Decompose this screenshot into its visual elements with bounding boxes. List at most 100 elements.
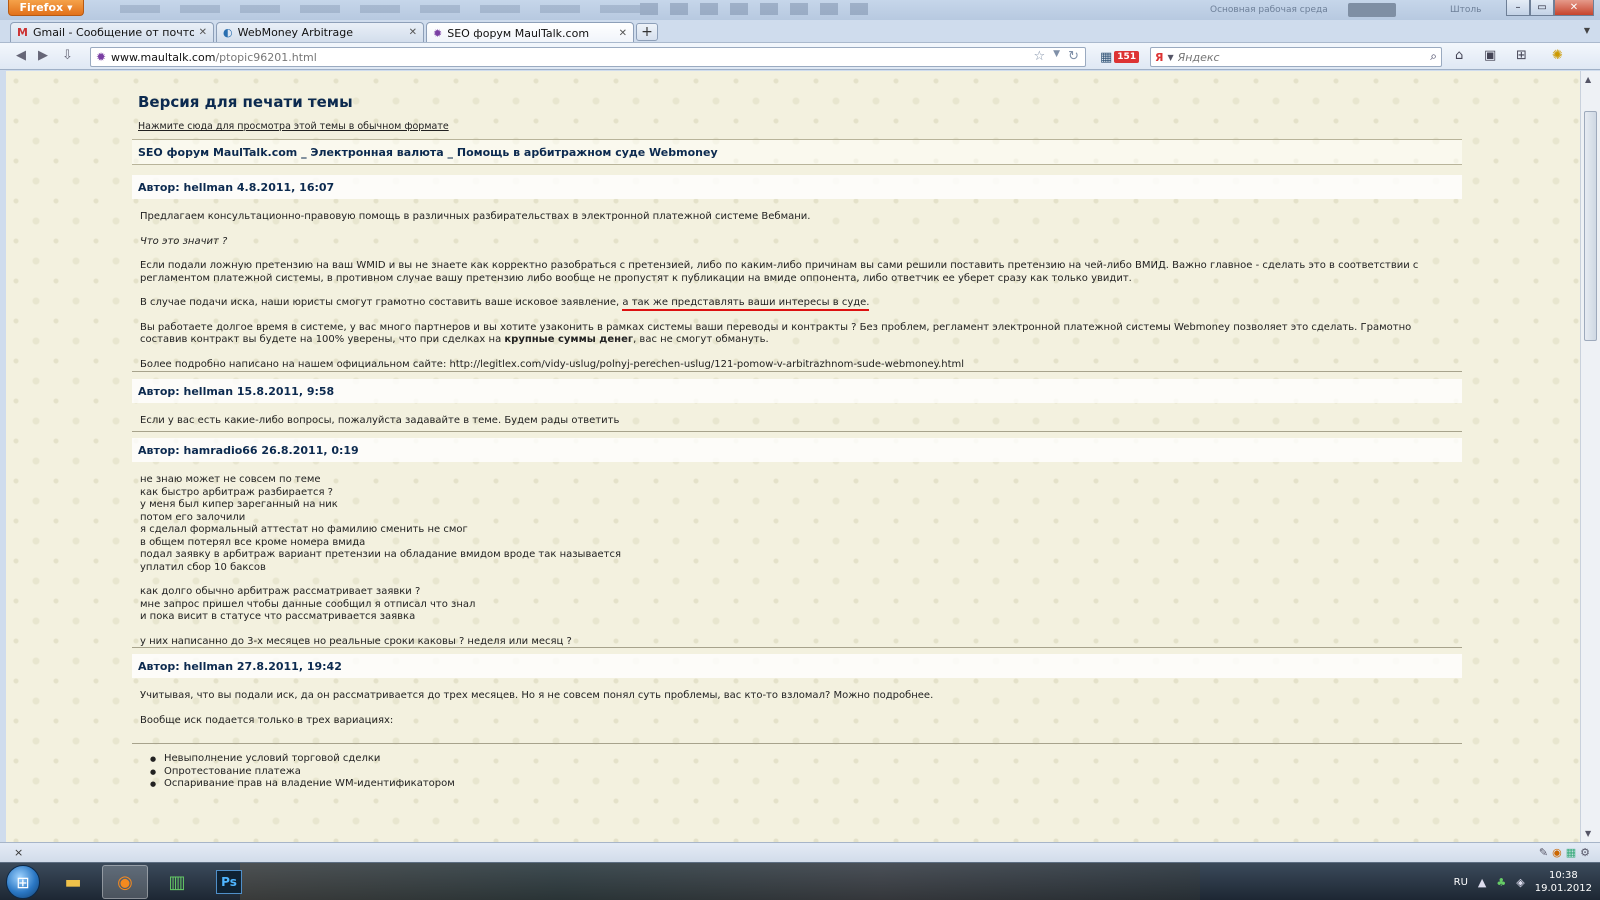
forward-icon[interactable]: ▶	[38, 48, 48, 63]
back-icon[interactable]: ◀	[16, 48, 26, 63]
taskbar-wallpaper	[240, 863, 1200, 900]
navigation-toolbar: ◀ ▶ ⇩ ✹ www.maultalk.com /ptopic96201.ht…	[0, 42, 1600, 70]
maximize-button[interactable]: ▭	[1530, 0, 1554, 16]
taskbar-firefox[interactable]: ◉	[102, 865, 148, 899]
list-tabs-icon[interactable]: ▼	[1584, 26, 1590, 35]
star-icon[interactable]: ☆	[1034, 49, 1046, 64]
yandex-icon[interactable]: Я	[1155, 51, 1163, 64]
list-item: Невыполнение условий торговой сделки	[150, 753, 455, 766]
url-bar[interactable]: ✹ www.maultalk.com /ptopic96201.html ☆ ▼…	[90, 47, 1086, 67]
close-icon: ✕	[1569, 2, 1579, 13]
settings-icon[interactable]: ⚙	[1580, 846, 1590, 859]
engine-dropdown-icon[interactable]: ▼	[1167, 53, 1173, 62]
search-input[interactable]	[1177, 50, 1441, 64]
close-tab-icon[interactable]: ✕	[409, 27, 417, 38]
forum-path-bar: SEO форум MaulTalk.com _ Электронная вал…	[132, 139, 1462, 165]
show-hidden-icons-icon[interactable]: ▲	[1478, 876, 1486, 889]
tab-strip: M Gmail - Сообщение от почтового р... ✕ …	[0, 20, 1600, 43]
normal-view-link[interactable]: Нажмите сюда для просмотра этой темы в о…	[138, 121, 449, 132]
status-bar: × ✎ ◉ ▦ ⚙	[0, 842, 1600, 862]
post-line: как быстро арбитраж разбирается ?	[140, 486, 333, 498]
post-body: Если у вас есть какие-либо вопросы, пожа…	[132, 403, 1462, 428]
post-divider	[132, 647, 1462, 648]
clock[interactable]: 10:38 19.01.2012	[1535, 869, 1592, 895]
taskbar: ⊞ ▬ ◉ ▥ Ps RU ▲ ♣ ◈ 10:38 19.01.2012	[0, 862, 1600, 900]
taskbar-photoshop[interactable]: Ps	[206, 865, 252, 899]
grid-icon[interactable]: ▦	[1566, 846, 1576, 859]
post-text: Более подробно написано на нашем официал…	[140, 358, 965, 370]
network-icon[interactable]: ◈	[1516, 876, 1524, 889]
post-line: не знаю может не совсем по теме	[140, 474, 321, 485]
home-icon[interactable]: ⌂	[1455, 48, 1463, 63]
taskbar-explorer[interactable]: ▬	[50, 865, 96, 899]
search-icon[interactable]: ⌕	[1430, 49, 1437, 64]
windows-logo-icon: ⊞	[16, 872, 30, 892]
status-icons: ✎ ◉ ▦ ⚙	[1539, 846, 1590, 859]
calendar-icon: ▦	[1100, 49, 1113, 65]
underlined-text: а так же представлять ваши интересы в су…	[622, 297, 870, 311]
site-identity-icon[interactable]: ✹	[91, 50, 111, 64]
url-host: www.maultalk.com	[111, 50, 216, 64]
menu-bar-blurred	[120, 5, 640, 13]
caret-down-icon: ▼	[67, 3, 73, 12]
post-line: я сделал формальный аттестат но фамилию …	[140, 524, 468, 535]
webmoney-tray-icon[interactable]: ♣	[1496, 876, 1506, 889]
post-1: Автор: hellman 4.8.2011, 16:07 Предлагае…	[132, 175, 1462, 383]
tab-title: WebMoney Arbitrage	[237, 26, 353, 39]
scroll-up-icon[interactable]: ▲	[1585, 75, 1591, 84]
pen-icon[interactable]: ✎	[1539, 846, 1548, 859]
tab-webmoney[interactable]: ◐ WebMoney Arbitrage ✕	[216, 22, 424, 42]
post-text-end: , вас не смогут обмануть.	[633, 334, 769, 345]
notification-count: 151	[1114, 51, 1140, 63]
addon-icon[interactable]: ⊞	[1516, 48, 1527, 63]
clock-time: 10:38	[1548, 870, 1578, 881]
new-tab-button[interactable]: +	[636, 23, 658, 41]
post-text: Что это значит ?	[140, 235, 228, 247]
tab-maultalk[interactable]: ✹ SEO форум MaulTalk.com ✕	[426, 22, 634, 43]
scroll-down-icon[interactable]: ▼	[1585, 829, 1591, 838]
minimize-button[interactable]: –	[1506, 0, 1530, 16]
search-bar[interactable]: Я ▼ ⌕	[1150, 47, 1442, 67]
language-indicator[interactable]: RU	[1454, 877, 1468, 888]
folder-icon: ▬	[64, 871, 82, 893]
post-header: Автор: hamradio66 26.8.2011, 0:19	[132, 438, 1462, 462]
post-text: Если у вас есть какие-либо вопросы, пожа…	[140, 415, 620, 426]
browser-window: Firefox ▼ Основная рабочая среда Штоль –…	[0, 0, 1600, 862]
url-actions: ☆ ▼ ↻	[1034, 49, 1079, 64]
post-line: подал заявку в арбитраж вариант претензи…	[140, 549, 621, 560]
close-tab-icon[interactable]: ✕	[619, 28, 627, 39]
photoshop-icon: Ps	[216, 870, 242, 894]
post-text: Учитывая, что вы подали иск, да он рассм…	[140, 690, 934, 701]
close-tab-icon[interactable]: ✕	[199, 27, 207, 38]
workspace-chip[interactable]	[1348, 3, 1396, 17]
close-addon-bar-icon[interactable]: ×	[14, 846, 23, 859]
dropdown-icon[interactable]: ▼	[1053, 49, 1060, 64]
gear-icon[interactable]: ✺	[1552, 48, 1563, 63]
post-line: потом его залочили	[140, 511, 246, 523]
globe-icon[interactable]: ◉	[1552, 846, 1562, 859]
post-line: уплатил сбор 10 баксов	[140, 561, 266, 573]
bookmark-drop-icon[interactable]: ⇩	[62, 48, 73, 63]
window-controls: – ▭ ✕	[1506, 0, 1594, 16]
post-text: Предлагаем консультационно-правовую помо…	[140, 211, 811, 222]
post-text: В случае подачи иска, наши юристы смогут…	[140, 297, 1454, 311]
minimize-icon: –	[1515, 2, 1521, 13]
post-line: как долго обычно арбитраж рассматривает …	[140, 586, 421, 597]
post-text-start: Вы работаете долгое время в системе, у в…	[140, 321, 1412, 346]
reload-icon[interactable]: ↻	[1068, 49, 1079, 64]
toolbar-blurred	[640, 3, 880, 15]
downloads-icon[interactable]: ▣	[1484, 48, 1496, 63]
post-3: Автор: hamradio66 26.8.2011, 0:19 не зна…	[132, 438, 1462, 660]
start-button[interactable]: ⊞	[6, 865, 40, 899]
taskbar-finance-app[interactable]: ▥	[154, 865, 200, 899]
tab-title: Gmail - Сообщение от почтового р...	[32, 26, 194, 39]
close-window-button[interactable]: ✕	[1554, 0, 1594, 16]
firefox-menu-button[interactable]: Firefox ▼	[8, 0, 84, 16]
post-header: Автор: hellman 27.8.2011, 19:42	[132, 654, 1462, 678]
notifications-button[interactable]: ▦ 151	[1100, 48, 1140, 66]
bullet-list: Невыполнение условий торговой сделки Опр…	[150, 753, 455, 791]
scrollbar-thumb[interactable]	[1584, 111, 1597, 341]
vertical-scrollbar[interactable]: ▲ ▼	[1580, 71, 1600, 842]
workspace-label: Основная рабочая среда	[1210, 5, 1328, 15]
tab-gmail[interactable]: M Gmail - Сообщение от почтового р... ✕	[10, 22, 214, 42]
